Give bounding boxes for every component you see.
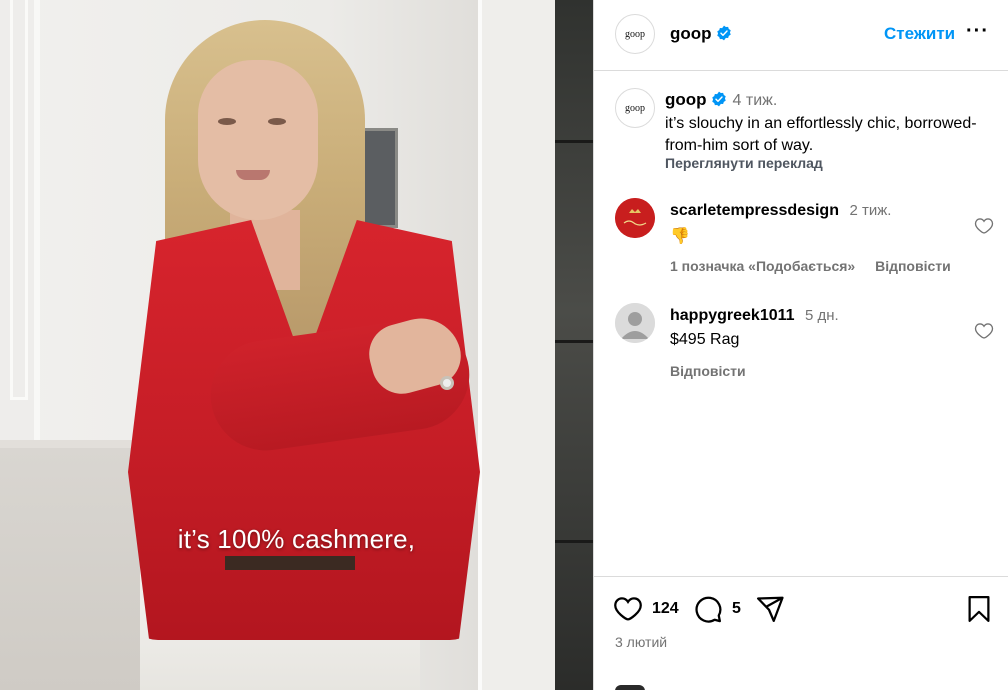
caption-timestamp[interactable]: 4 тиж. — [733, 92, 778, 109]
post-date[interactable]: 3 лютий — [615, 634, 667, 650]
heart-icon[interactable] — [974, 321, 994, 341]
commenter-avatar[interactable] — [615, 198, 655, 238]
person-belt — [225, 556, 355, 570]
person-ring — [440, 376, 454, 390]
comment-meta: Відповісти — [670, 363, 762, 379]
heart-icon[interactable] — [974, 216, 994, 236]
author-avatar[interactable]: goop — [615, 14, 655, 54]
comment-count[interactable]: 5 — [732, 600, 741, 618]
caption-text: it’s slouchy in an effortlessly chic, bo… — [665, 115, 977, 154]
comment-header: happygreek1011 5 дн. — [670, 307, 839, 325]
comment-header: scarletempressdesign 2 тиж. — [670, 202, 891, 220]
comment-text: 👎 — [670, 228, 690, 245]
author-username[interactable]: goop — [670, 24, 732, 44]
share-icon[interactable] — [755, 594, 785, 624]
person-eye-left — [218, 118, 236, 125]
commenter-avatar[interactable] — [615, 303, 655, 343]
caption-author-avatar[interactable]: goop — [615, 88, 655, 128]
fireplace-mantel — [0, 448, 140, 690]
verified-badge-icon — [711, 91, 726, 107]
bookmark-icon[interactable] — [964, 594, 994, 624]
person-eye-right — [268, 118, 286, 125]
author-username-text[interactable]: goop — [670, 24, 712, 43]
person-face — [198, 60, 318, 220]
post-video[interactable]: it’s 100% cashmere, — [0, 0, 593, 690]
comment-icon[interactable] — [693, 594, 723, 624]
post-side-panel: goop goop Стежити ··· goop goop 4 тиж. i… — [593, 0, 1008, 690]
comment-likes-count[interactable]: 1 позначка «Подобається» — [670, 258, 855, 274]
video-subtitle: it’s 100% cashmere, — [177, 524, 416, 554]
more-options-icon[interactable]: ··· — [966, 20, 989, 43]
comment-username[interactable]: scarletempressdesign — [670, 202, 839, 219]
person-mouth — [236, 170, 270, 180]
comment-timestamp[interactable]: 2 тиж. — [849, 202, 891, 219]
verified-badge-icon — [716, 25, 731, 41]
wall-molding — [10, 0, 28, 400]
post-actions: 124 5 3 лютий — [594, 576, 1008, 690]
follow-button[interactable]: Стежити — [884, 24, 955, 44]
comment-text: $495 Rag — [670, 331, 740, 348]
window — [555, 0, 593, 690]
post-header: goop goop Стежити ··· — [594, 0, 1008, 71]
like-count[interactable]: 124 — [652, 600, 679, 618]
see-translation-link[interactable]: Переглянути переклад — [665, 155, 823, 171]
comment-username[interactable]: happygreek1011 — [670, 307, 795, 324]
caption-header: goop 4 тиж. — [665, 90, 777, 110]
caption-username[interactable]: goop — [665, 90, 707, 109]
comment-reply-button[interactable]: Відповісти — [875, 258, 951, 274]
add-comment-avatar-partial — [615, 685, 645, 690]
heart-icon[interactable] — [613, 594, 643, 624]
commenter-logo-icon — [615, 198, 655, 238]
avatar-placeholder-icon — [615, 303, 655, 343]
comment-reply-button[interactable]: Відповісти — [670, 363, 746, 379]
comment-timestamp[interactable]: 5 дн. — [805, 307, 839, 324]
comment-meta: 1 позначка «Подобається» Відповісти — [670, 258, 967, 274]
